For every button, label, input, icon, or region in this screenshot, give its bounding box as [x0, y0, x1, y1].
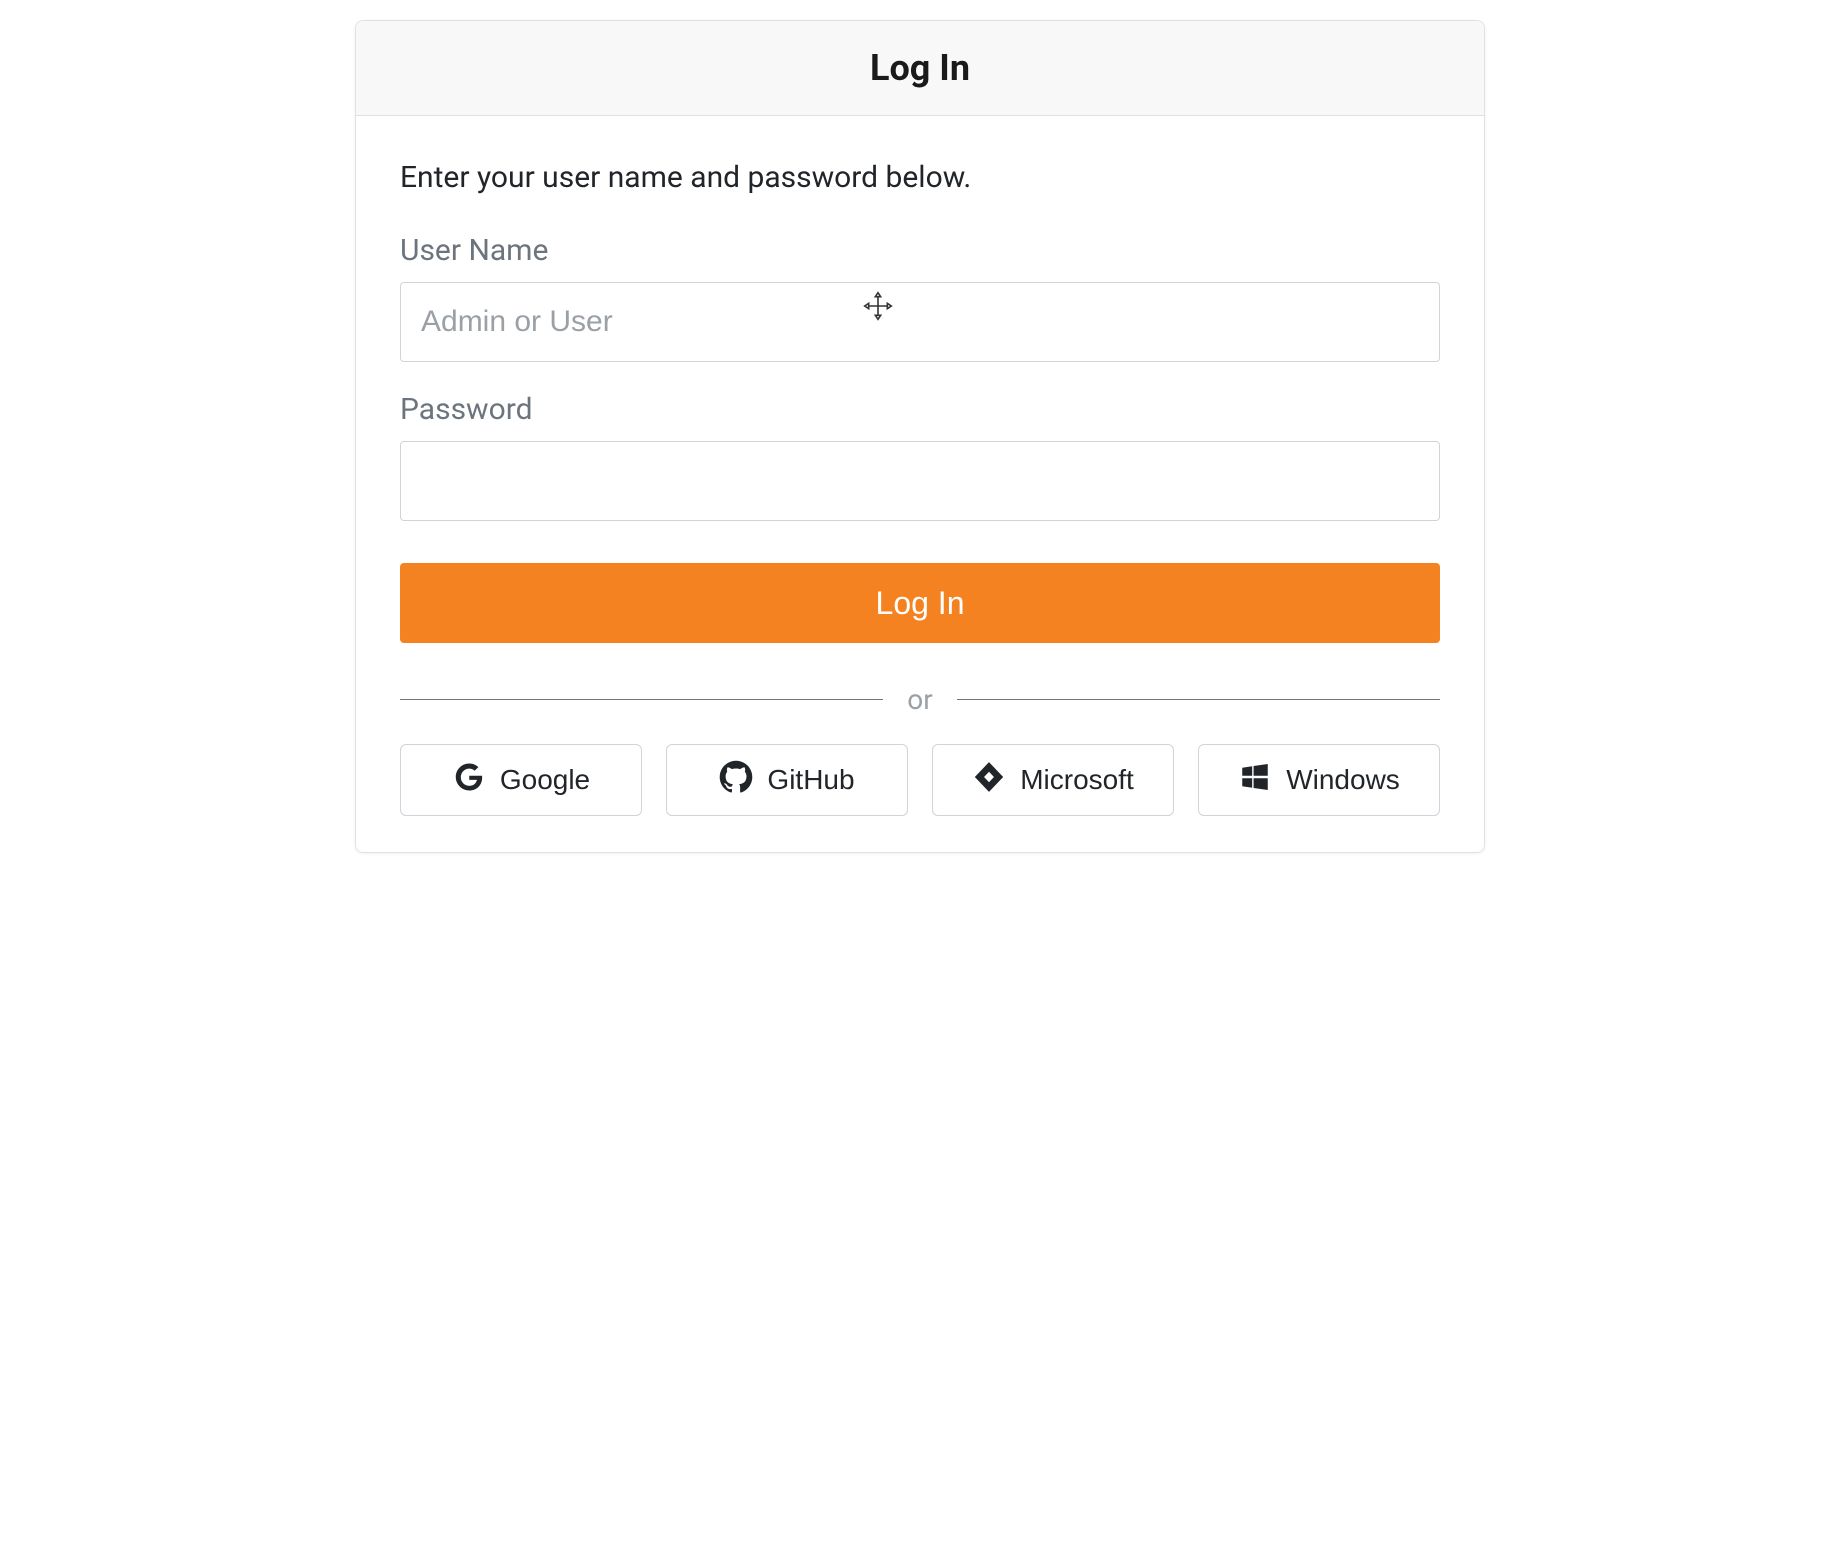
- login-card: Log In Enter your user name and password…: [355, 20, 1485, 853]
- microsoft-label: Microsoft: [1020, 764, 1134, 796]
- microsoft-icon: [972, 760, 1006, 801]
- username-label: User Name: [400, 233, 1440, 268]
- card-header: Log In: [356, 21, 1484, 116]
- google-label: Google: [500, 764, 590, 796]
- divider-line-left: [400, 699, 883, 700]
- google-login-button[interactable]: Google: [400, 744, 642, 816]
- windows-label: Windows: [1286, 764, 1400, 796]
- github-icon: [719, 760, 753, 801]
- divider-text: or: [907, 683, 932, 716]
- password-input[interactable]: [400, 441, 1440, 521]
- card-body: Enter your user name and password below.…: [356, 116, 1484, 852]
- windows-login-button[interactable]: Windows: [1198, 744, 1440, 816]
- divider-line-right: [957, 699, 1440, 700]
- username-input[interactable]: [400, 282, 1440, 362]
- username-group: User Name: [400, 233, 1440, 362]
- page-title: Log In: [376, 47, 1464, 89]
- github-login-button[interactable]: GitHub: [666, 744, 908, 816]
- instruction-text: Enter your user name and password below.: [400, 160, 1440, 195]
- password-label: Password: [400, 392, 1440, 427]
- microsoft-login-button[interactable]: Microsoft: [932, 744, 1174, 816]
- google-icon: [452, 760, 486, 801]
- github-label: GitHub: [767, 764, 854, 796]
- password-group: Password: [400, 392, 1440, 521]
- windows-icon: [1238, 760, 1272, 801]
- login-button[interactable]: Log In: [400, 563, 1440, 643]
- provider-buttons: Google GitHub Microsoft Windows: [400, 744, 1440, 816]
- divider: or: [400, 683, 1440, 716]
